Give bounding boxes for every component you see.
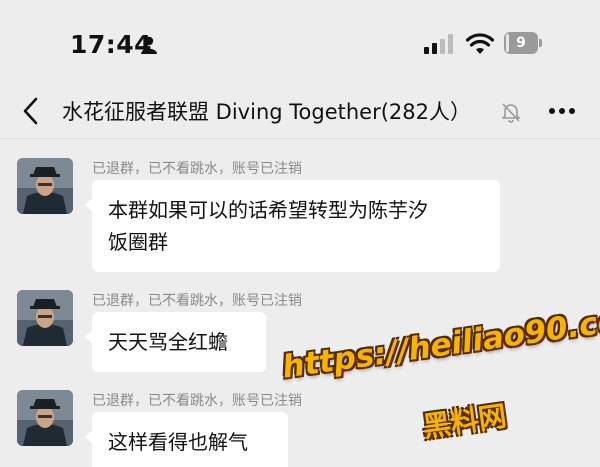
message-bubble[interactable]: 这样看得也解气 (85, 412, 288, 467)
battery-cap (539, 39, 542, 47)
ellipsis-icon[interactable] (547, 100, 577, 122)
message-text-line: 本群如果可以的话希望转型为陈芋汐 (108, 198, 428, 222)
sender-name: 已退群，已不看跳水，账号已注销 (92, 393, 302, 409)
watermark: https://heiliao90.com 黑料网 (270, 298, 600, 467)
sender-name: 已退群，已不看跳水，账号已注销 (92, 293, 302, 309)
message-text-line: 这样看得也解气 (108, 430, 248, 454)
battery-icon: 9 (504, 32, 544, 54)
status-time: 17:44 (70, 30, 153, 59)
sender-name: 已退群，已不看跳水，账号已注销 (92, 161, 302, 177)
battery-level: 9 (516, 35, 526, 51)
chat-header: 水花征服者联盟 Diving Together(282人） (0, 88, 600, 134)
header-divider (0, 138, 600, 139)
avatar[interactable] (17, 158, 73, 214)
avatar[interactable] (17, 290, 73, 346)
chevron-left-icon[interactable] (20, 96, 42, 126)
watermark-url: https://heiliao90.com (280, 298, 600, 386)
message-bubble[interactable]: 天天骂全红蟾 (85, 312, 266, 372)
avatar-image (17, 158, 73, 214)
message-text-line: 天天骂全红蟾 (108, 330, 228, 354)
avatar-image (17, 290, 73, 346)
message-bubble[interactable]: 本群如果可以的话希望转型为陈芋汐 饭圈群 (85, 180, 500, 272)
person-icon (141, 36, 157, 54)
watermark-name: 黑料网 (420, 399, 509, 444)
avatar[interactable] (17, 390, 73, 446)
avatar-image (17, 390, 73, 446)
chat-title: 水花征服者联盟 Diving Together(282人） (62, 100, 471, 124)
signal-icon (424, 34, 453, 54)
bell-slash-icon (502, 103, 520, 123)
status-bar: 17:44 9 (0, 0, 600, 88)
wifi-icon (466, 33, 494, 54)
message-text-line: 饭圈群 (108, 230, 168, 254)
